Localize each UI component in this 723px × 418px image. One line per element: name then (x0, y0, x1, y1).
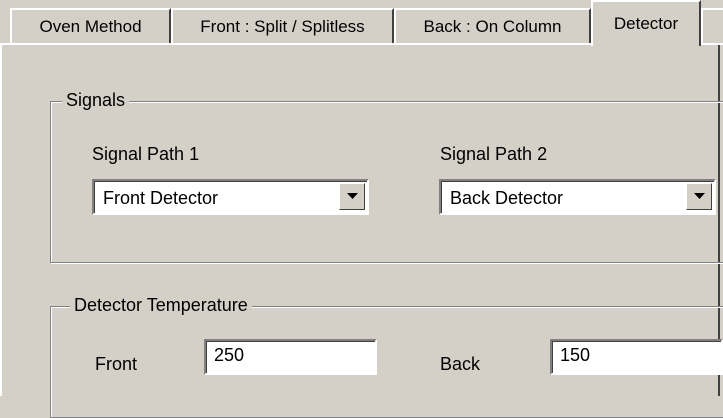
back-temperature-label: Back (440, 354, 481, 374)
dropdown-arrow-icon (694, 193, 705, 199)
signal-path-1-label: Signal Path 1 (92, 144, 200, 164)
signal-path-2-label: Signal Path 2 (440, 144, 548, 164)
signal-path-1-value: Front Detector (103, 188, 219, 208)
tab-label: Front : Split / Splitless (200, 17, 365, 36)
signal-path-2-dropdown-button[interactable] (686, 183, 712, 210)
dropdown-arrow-icon (347, 193, 358, 199)
tab-strip: Oven Method Front : Split / Splitless Ba… (0, 0, 723, 46)
tab-back-on-column[interactable]: Back : On Column (394, 8, 591, 44)
back-temperature-input[interactable]: 150 (550, 339, 723, 375)
signal-path-1-dropdown-button[interactable] (339, 183, 365, 210)
tab-label: Detector (613, 14, 679, 33)
front-temperature-label: Front (95, 354, 138, 374)
tab-label: Oven Method (39, 17, 142, 36)
front-temperature-value: 250 (214, 345, 245, 365)
tab-front-split-splitless[interactable]: Front : Split / Splitless (171, 8, 394, 44)
tab-detector[interactable]: Detector (591, 0, 701, 46)
back-temperature-value: 150 (560, 345, 591, 365)
signal-path-2-select[interactable]: Back Detector (439, 179, 716, 215)
signal-path-2-value: Back Detector (450, 188, 564, 208)
signal-path-1-select[interactable]: Front Detector (92, 179, 369, 215)
tab-page-border-left (0, 43, 2, 396)
detector-temperature-group-title: Detector Temperature (70, 294, 252, 316)
front-temperature-input[interactable]: 250 (204, 339, 377, 375)
signals-group-title: Signals (62, 89, 130, 111)
tab-label: Back : On Column (423, 17, 562, 36)
tab-oven-method[interactable]: Oven Method (10, 8, 171, 44)
tab-overflow[interactable] (701, 8, 723, 44)
